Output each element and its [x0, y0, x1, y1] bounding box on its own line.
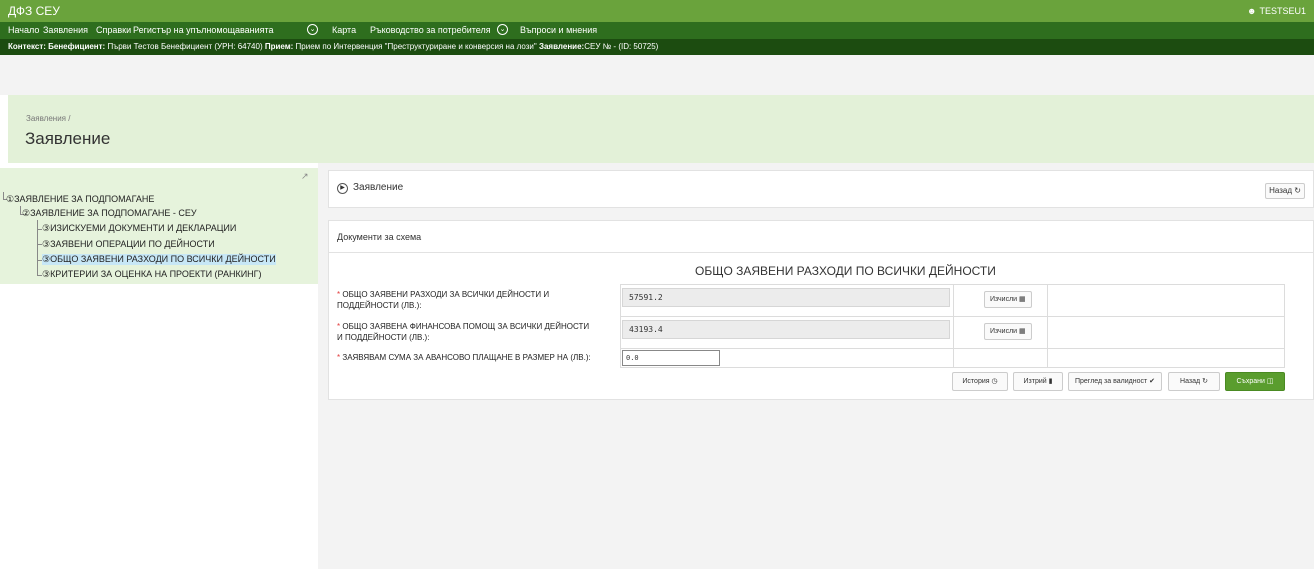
context-text: Контекст: Бенефициент: Първи Тестов Бене…	[8, 42, 658, 51]
context-beneficiary: Първи Тестов Бенефициент (УРН: 64740)	[105, 42, 265, 51]
user-menu[interactable]: ☻ TESTSEU1	[1247, 6, 1306, 16]
app-title: ДФЗ СЕУ	[8, 4, 60, 18]
label-line: ЗАЯВЯВАМ СУМА ЗА АВАНСОВО ПЛАЩАНЕ В РАЗМ…	[342, 353, 591, 362]
user-icon: ☻	[1247, 6, 1257, 16]
calculator-icon: ▦	[1019, 296, 1026, 303]
context-label-application: Заявление:	[538, 42, 585, 51]
main-menu: Начало Заявления Справки Регистър на упъ…	[0, 22, 1314, 39]
chevron-down-icon[interactable]: ⌄	[497, 24, 508, 35]
tree-node-operations[interactable]: ③ЗАЯВЕНИ ОПЕРАЦИИ ПО ДЕЙНОСТИ	[42, 239, 215, 250]
expand-icon[interactable]: ↗	[301, 171, 309, 182]
table-border	[620, 367, 1285, 368]
calculator-icon: ▦	[1019, 328, 1026, 335]
table-border	[1284, 284, 1285, 367]
panel-title: Заявление	[353, 182, 404, 193]
field-label-total-aid: * ОБЩО ЗАЯВЕНА ФИНАНСОВА ПОМОЩ ЗА ВСИЧКИ…	[337, 321, 589, 343]
divider	[329, 252, 1314, 253]
application-tree: ↗ ①ЗАЯВЛЕНИЕ ЗА ПОДПОМАГАНЕ ②ЗАЯВЛЕНИЕ З…	[0, 168, 318, 284]
table-border	[1047, 284, 1048, 367]
documents-label: Документи за схема	[337, 232, 422, 242]
field-label-advance-payment: * ЗАЯВЯВАМ СУМА ЗА АВАНСОВО ПЛАЩАНЕ В РА…	[337, 352, 591, 363]
total-aid-field[interactable]: 43193.4	[622, 320, 950, 339]
validate-button[interactable]: Преглед за валидност ✔	[1068, 372, 1162, 391]
required-mark: *	[337, 322, 341, 331]
user-name: TESTSEU1	[1259, 6, 1306, 16]
advance-payment-input[interactable]: 0.0	[622, 350, 720, 366]
required-mark: *	[337, 290, 341, 299]
context-bar: Контекст: Бенефициент: Първи Тестов Бене…	[0, 39, 1314, 55]
menu-item-faq[interactable]: Въпроси и мнения	[520, 25, 597, 35]
tree-node-ranking-criteria[interactable]: ③КРИТЕРИИ ЗА ОЦЕНКА НА ПРОЕКТИ (РАНКИНГ)	[42, 269, 262, 280]
total-expenses-field[interactable]: 57591.2	[622, 288, 950, 307]
label-line: И ПОДДЕЙНОСТИ (ЛВ.):	[337, 333, 430, 342]
menu-item-applications[interactable]: Заявления	[43, 25, 88, 35]
refresh-icon: ↻	[1202, 378, 1208, 385]
documents-panel: Документи за схема ОБЩО ЗАЯВЕНИ РАЗХОДИ …	[328, 220, 1314, 400]
calculate-label: Изчисли	[990, 328, 1018, 335]
page-header: Заявления / Заявление	[8, 95, 1314, 163]
back-label: Назад	[1180, 378, 1201, 385]
delete-label: Изтрий	[1023, 378, 1047, 385]
app-header: ДФЗ СЕУ ☻ TESTSEU1	[0, 0, 1314, 22]
page-title: Заявление	[25, 129, 111, 148]
tree-node-application[interactable]: ①ЗАЯВЛЕНИЕ ЗА ПОДПОМАГАНЕ	[6, 194, 154, 205]
menu-item-home[interactable]: Начало	[8, 25, 39, 35]
label-line: ПОДДЕЙНОСТИ (ЛВ.):	[337, 301, 422, 310]
menu-item-map[interactable]: Карта	[332, 25, 356, 35]
required-mark: *	[337, 353, 341, 362]
check-circle-icon: ✔	[1149, 378, 1156, 385]
delete-button[interactable]: Изтрий ▮	[1013, 372, 1063, 391]
validate-label: Преглед за валидност	[1074, 378, 1148, 385]
tree-node-application-seu[interactable]: ②ЗАЯВЛЕНИЕ ЗА ПОДПОМАГАНЕ - СЕУ	[22, 208, 197, 219]
menu-item-reports[interactable]: Справки	[96, 25, 131, 35]
context-label-intake: Прием:	[264, 42, 294, 51]
floppy-icon: ◫	[1266, 378, 1274, 385]
calculate-button[interactable]: Изчисли ▦	[984, 323, 1032, 340]
context-intake: Прием по Интервенция "Преструктуриране и…	[293, 42, 539, 51]
chevron-down-icon[interactable]: ⌄	[307, 24, 318, 35]
label-line: ОБЩО ЗАЯВЕНА ФИНАНСОВА ПОМОЩ ЗА ВСИЧКИ Д…	[342, 322, 590, 331]
menu-item-authorizations-register[interactable]: Регистър на упълномощаванията	[133, 25, 274, 35]
context-label-beneficiary: Контекст: Бенефициент:	[8, 42, 106, 51]
back-label: Назад	[1269, 186, 1292, 195]
history-label: История	[962, 378, 990, 385]
menu-item-user-guide[interactable]: Ръководство за потребителя	[370, 25, 491, 35]
refresh-icon: ↻	[1294, 186, 1301, 195]
back-button[interactable]: Назад ↻	[1265, 183, 1305, 199]
back-button[interactable]: Назад ↻	[1168, 372, 1220, 391]
table-border	[620, 284, 621, 367]
label-line: ОБЩО ЗАЯВЕНИ РАЗХОДИ ЗА ВСИЧКИ ДЕЙНОСТИ …	[342, 290, 550, 299]
history-button[interactable]: История ◷	[952, 372, 1008, 391]
section-title: ОБЩО ЗАЯВЕНИ РАЗХОДИ ПО ВСИЧКИ ДЕЙНОСТИ	[695, 264, 996, 278]
calculate-label: Изчисли	[990, 296, 1018, 303]
application-panel: ▶ Заявление Назад ↻	[328, 170, 1314, 208]
table-border	[953, 284, 954, 367]
tree-node-documents[interactable]: ③ИЗИСКУЕМИ ДОКУМЕНТИ И ДЕКЛАРАЦИИ	[42, 223, 236, 234]
trash-icon: ▮	[1048, 378, 1053, 385]
spacer	[0, 55, 1314, 95]
context-application: СЕУ № - (ID: 50725)	[584, 42, 659, 51]
save-label: Съхрани	[1236, 378, 1265, 385]
play-icon[interactable]: ▶	[337, 183, 348, 194]
clock-icon: ◷	[991, 378, 998, 385]
save-button[interactable]: Съхрани ◫	[1225, 372, 1285, 391]
tree-node-total-expenses[interactable]: ③ОБЩО ЗАЯВЕНИ РАЗХОДИ ПО ВСИЧКИ ДЕЙНОСТИ	[42, 254, 276, 265]
breadcrumb[interactable]: Заявления /	[26, 114, 70, 123]
calculate-button[interactable]: Изчисли ▦	[984, 291, 1032, 308]
field-label-total-expenses: * ОБЩО ЗАЯВЕНИ РАЗХОДИ ЗА ВСИЧКИ ДЕЙНОСТ…	[337, 289, 549, 311]
